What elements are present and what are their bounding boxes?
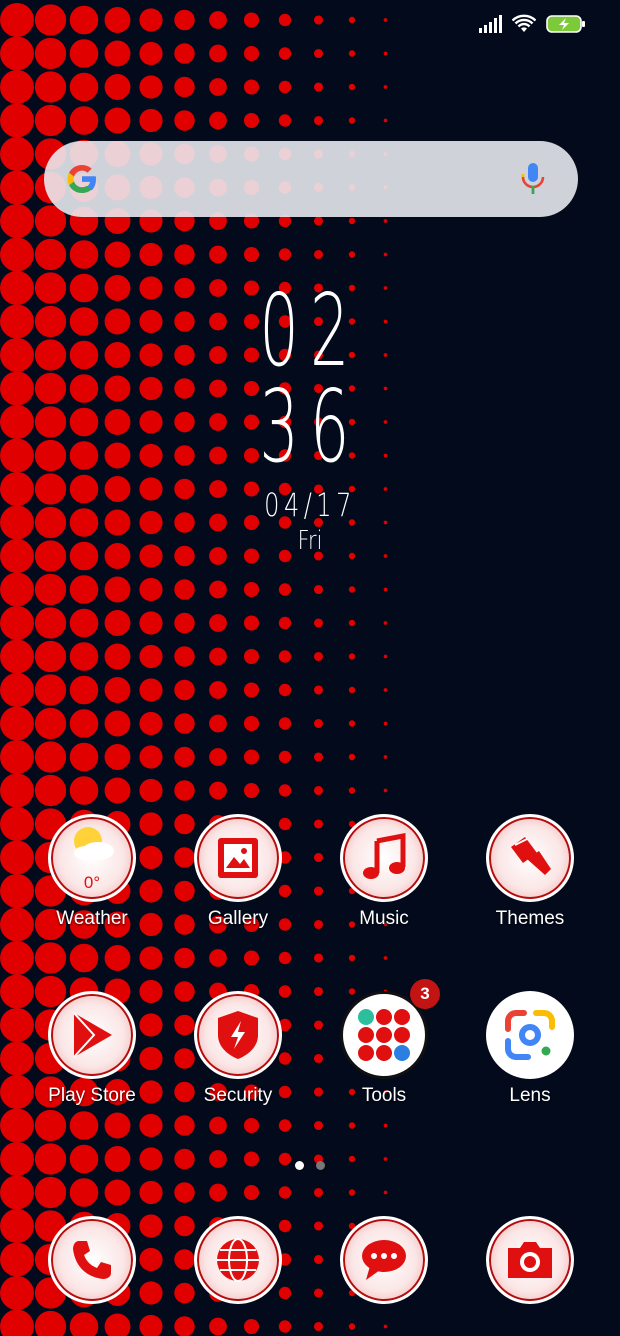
app-label: Themes [495, 908, 565, 929]
phone-app-icon [48, 1216, 136, 1304]
messages-app-icon [340, 1216, 428, 1304]
google-g-icon [67, 165, 96, 193]
browser-globe-icon [217, 1238, 259, 1282]
messages-icon [362, 1240, 406, 1280]
lens-app-icon [486, 991, 574, 1079]
clock-date[interactable]: 04/17 [78, 486, 543, 524]
sun-cloud-icon [74, 827, 114, 861]
phone-icon [73, 1241, 111, 1279]
clock-minute[interactable]: 36 [118, 368, 502, 485]
signal-icon [479, 15, 502, 33]
dock-phone[interactable] [22, 1216, 162, 1304]
folder-tools[interactable]: 3 Tools [314, 979, 454, 1107]
app-security[interactable]: Security [168, 991, 308, 1107]
image-icon [218, 838, 258, 878]
mic-icon[interactable] [520, 161, 546, 197]
shield-bolt-icon [218, 1011, 258, 1059]
app-music[interactable]: Music [314, 814, 454, 930]
play-store-app-icon [48, 991, 136, 1079]
clock-day: Fri [297, 526, 323, 556]
security-app-icon [194, 991, 282, 1079]
page-dot-1[interactable] [295, 1161, 304, 1170]
browser-app-icon [194, 1216, 282, 1304]
weather-app-icon: 0° [48, 814, 136, 902]
notification-badge: 3 [410, 979, 440, 1009]
app-themes[interactable]: Themes [460, 814, 600, 930]
weather-temperature: 0° [83, 873, 101, 892]
paintbrush-icon [511, 837, 551, 875]
dock-browser[interactable] [168, 1216, 308, 1304]
music-app-icon [340, 814, 428, 902]
app-label: Security [203, 1085, 273, 1106]
app-label: Tools [361, 1085, 407, 1106]
page-indicator[interactable] [0, 1161, 620, 1170]
play-triangle-icon [73, 1012, 112, 1058]
app-gallery[interactable]: Gallery [168, 814, 308, 930]
app-play-store[interactable]: Play Store [22, 991, 162, 1107]
app-label: Play Store [48, 1085, 136, 1106]
app-lens[interactable]: Lens [460, 991, 600, 1107]
app-label: Music [359, 908, 409, 929]
app-label: Gallery [207, 908, 269, 929]
wifi-icon [512, 14, 536, 32]
app-label: Weather [56, 908, 128, 929]
camera-icon [508, 1242, 552, 1278]
music-note-icon [363, 833, 406, 879]
app-weather[interactable]: 0° Weather [22, 814, 162, 930]
page-dot-2[interactable] [316, 1161, 325, 1170]
gallery-app-icon [194, 814, 282, 902]
app-label: Lens [509, 1085, 551, 1106]
status-bar [478, 14, 586, 34]
themes-app-icon [486, 814, 574, 902]
battery-charging-icon [546, 15, 585, 33]
folder-grid-icon [358, 1009, 410, 1061]
google-lens-icon [505, 1010, 555, 1060]
dock-messages[interactable] [314, 1216, 454, 1304]
search-bar[interactable] [44, 141, 578, 217]
camera-app-icon [486, 1216, 574, 1304]
dock-camera[interactable] [460, 1216, 600, 1304]
